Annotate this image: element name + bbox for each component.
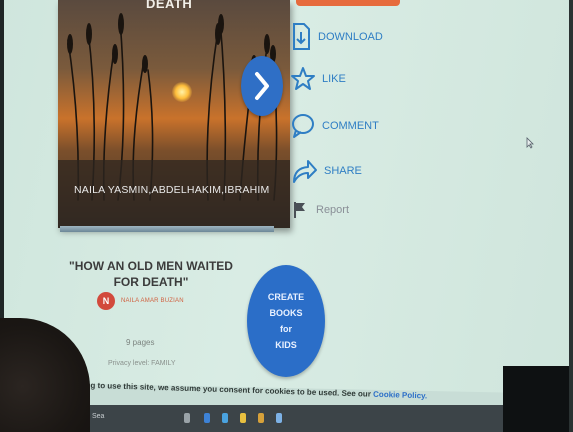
screen-frame-right	[569, 0, 573, 432]
report-button[interactable]: Report	[290, 200, 349, 220]
cookie-policy-link[interactable]: Cookie Policy.	[373, 390, 427, 401]
mouse-cursor-icon	[526, 137, 534, 149]
create-label-line3: for	[280, 324, 292, 334]
taskbar-app-icon[interactable]	[222, 413, 228, 423]
book-page-edge	[60, 226, 274, 232]
chevron-right-icon	[255, 72, 269, 100]
create-label-line1: CREATE	[267, 292, 305, 302]
taskbar-app-icon[interactable]	[258, 413, 264, 423]
taskbar-search-label[interactable]: Sea	[92, 413, 104, 420]
book-title[interactable]: "HOW AN OLD MEN WAITED FOR DEATH"	[58, 258, 244, 290]
taskbar	[70, 405, 510, 432]
comment-label: COMMENT	[322, 120, 379, 132]
speech-bubble-icon	[292, 114, 314, 138]
next-page-button[interactable]	[241, 56, 283, 116]
report-label: Report	[316, 204, 350, 216]
download-icon	[293, 23, 310, 50]
flag-icon	[294, 202, 305, 218]
share-button[interactable]: SHARE	[290, 156, 362, 186]
taskbar-app-icon[interactable]	[204, 413, 210, 423]
share-arrow-icon	[293, 160, 317, 183]
author-row[interactable]: N NAILA AMAR BUZIAN	[97, 292, 184, 310]
taskbar-app-icon[interactable]	[184, 413, 190, 423]
create-label-line4: KIDS	[275, 340, 297, 350]
cover-authors: NAILA YASMIN,ABDELHAKIM,IBRAHIM	[74, 184, 270, 196]
taskbar-app-icon[interactable]	[276, 413, 282, 423]
create-books-for-kids-button[interactable]: CREATE BOOKS for KIDS	[247, 265, 325, 377]
comment-button[interactable]: COMMENT	[290, 112, 379, 140]
dark-corner	[503, 366, 573, 432]
author-avatar: N	[97, 292, 115, 310]
create-label-line2: BOOKS	[269, 308, 303, 318]
like-button[interactable]: LIKE	[290, 66, 346, 92]
like-label: LIKE	[322, 73, 346, 85]
star-icon	[291, 67, 315, 90]
page-count: 9 pages	[126, 338, 155, 347]
author-name[interactable]: NAILA AMAR BUZIAN	[121, 298, 184, 304]
download-button[interactable]: DOWNLOAD	[290, 22, 383, 52]
taskbar-app-icon[interactable]	[240, 413, 246, 423]
share-label: SHARE	[324, 165, 362, 177]
download-label: DOWNLOAD	[318, 31, 383, 43]
privacy-level: Privacy level: FAMILY	[108, 360, 176, 367]
top-action-strip[interactable]	[296, 0, 400, 6]
